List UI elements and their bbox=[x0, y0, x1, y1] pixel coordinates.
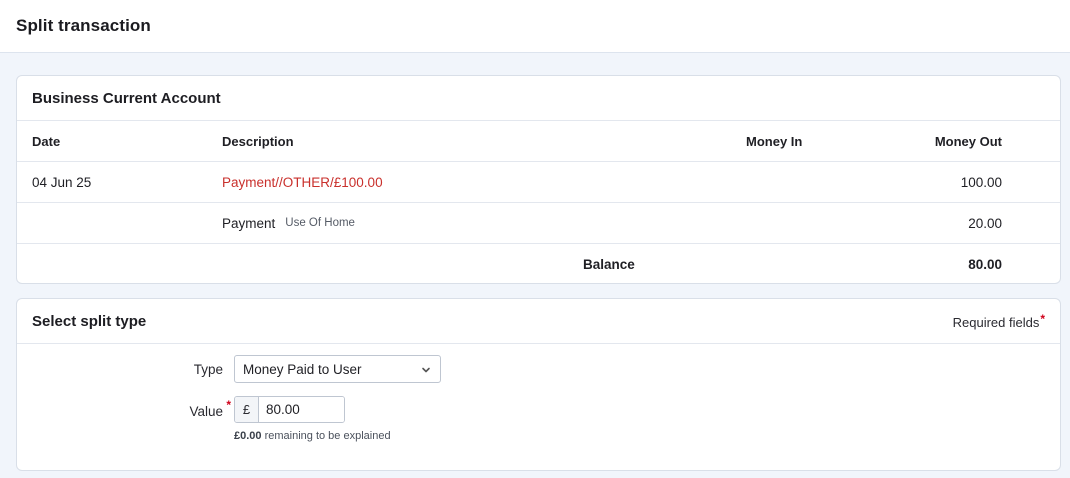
type-label: Type bbox=[193, 362, 223, 377]
required-marker: * bbox=[1040, 312, 1045, 326]
top-bar: Split transaction bbox=[0, 0, 1070, 53]
column-header-money-out: Money Out bbox=[934, 133, 1002, 149]
account-card: Business Current Account Date Descriptio… bbox=[16, 75, 1061, 284]
type-select-value: Money Paid to User bbox=[243, 361, 362, 377]
value-field: £ bbox=[234, 396, 345, 423]
row-money-out: 20.00 bbox=[968, 215, 1002, 231]
row-description: Payment Use Of Home bbox=[222, 203, 355, 243]
remaining-note: £0.00 remaining to be explained bbox=[234, 430, 391, 442]
value-input[interactable] bbox=[259, 397, 344, 422]
account-card-header: Business Current Account bbox=[17, 76, 1060, 121]
balance-row: Balance 80.00 bbox=[17, 244, 1060, 283]
transaction-table: Date Description Money In Money Out 04 J… bbox=[17, 121, 1060, 283]
currency-prefix: £ bbox=[235, 397, 259, 422]
chevron-down-icon bbox=[422, 367, 430, 373]
value-label-text: Value bbox=[189, 404, 223, 419]
split-card-header: Select split type Required fields* bbox=[17, 299, 1060, 344]
type-select[interactable]: Money Paid to User bbox=[234, 355, 441, 383]
table-row: 04 Jun 25 Payment//OTHER/£100.00 100.00 bbox=[17, 162, 1060, 203]
row-description-main: Payment bbox=[222, 215, 276, 231]
required-fields-label: Required fields bbox=[952, 315, 1040, 330]
column-header-date: Date bbox=[32, 133, 61, 149]
split-title: Select split type bbox=[32, 312, 147, 330]
value-label: Value * bbox=[189, 398, 231, 419]
table-row: Payment Use Of Home 20.00 bbox=[17, 203, 1060, 244]
column-header-description: Description bbox=[222, 133, 294, 149]
account-title: Business Current Account bbox=[32, 89, 221, 107]
table-header-row: Date Description Money In Money Out bbox=[17, 121, 1060, 162]
remaining-text: remaining to be explained bbox=[264, 430, 391, 442]
row-money-out: 100.00 bbox=[960, 174, 1002, 190]
value-required-marker: * bbox=[226, 398, 231, 412]
row-description-link[interactable]: Payment//OTHER/£100.00 bbox=[222, 162, 383, 202]
required-fields-note: Required fields* bbox=[953, 312, 1045, 330]
balance-label: Balance bbox=[583, 257, 635, 272]
balance-value: 80.00 bbox=[968, 257, 1002, 272]
row-date: 04 Jun 25 bbox=[32, 174, 92, 190]
row-description-sub: Use Of Home bbox=[285, 217, 355, 229]
page-title: Split transaction bbox=[16, 16, 151, 35]
column-header-money-in: Money In bbox=[746, 133, 803, 149]
split-type-card: Select split type Required fields* Type … bbox=[16, 298, 1061, 471]
remaining-amount: £0.00 bbox=[234, 430, 262, 442]
